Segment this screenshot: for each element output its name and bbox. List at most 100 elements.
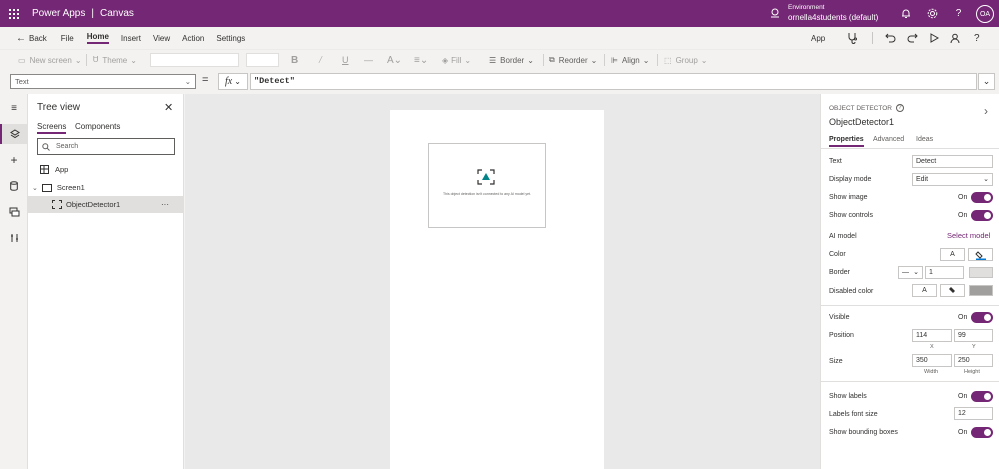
waffle-icon bbox=[9, 8, 19, 19]
font-size-dropdown[interactable] bbox=[246, 53, 279, 67]
preview-play-icon[interactable] bbox=[930, 27, 939, 49]
chevron-down-icon: ⌄ bbox=[983, 176, 989, 183]
advanced-tools-icon[interactable] bbox=[0, 228, 28, 248]
tab-advanced[interactable]: Advanced bbox=[873, 136, 904, 143]
search-input[interactable]: Search bbox=[56, 143, 78, 150]
disabled-text-color-button[interactable]: A bbox=[912, 284, 937, 297]
app-launcher-button[interactable] bbox=[0, 0, 28, 27]
text-property-input[interactable]: Detect bbox=[912, 155, 993, 168]
help-icon[interactable]: ? bbox=[952, 7, 965, 20]
tab-components[interactable]: Components bbox=[75, 122, 120, 131]
border-color-swatch[interactable] bbox=[969, 267, 993, 278]
chevron-right-icon[interactable]: › bbox=[984, 104, 988, 118]
expand-formula-chevron-icon[interactable]: ⌄ bbox=[978, 73, 995, 90]
hamburger-menu-icon[interactable]: ≡ bbox=[0, 98, 28, 118]
visible-toggle[interactable]: On bbox=[958, 312, 994, 323]
tab-ideas[interactable]: Ideas bbox=[916, 136, 933, 143]
fill-color-button[interactable] bbox=[968, 248, 993, 261]
show-bounding-boxes-toggle[interactable]: On bbox=[958, 427, 994, 438]
user-avatar[interactable]: OA bbox=[976, 5, 994, 23]
toggle-state: On bbox=[958, 194, 968, 201]
undo-icon[interactable] bbox=[885, 27, 896, 49]
border-width-input[interactable]: 1 bbox=[925, 266, 964, 279]
bold-button[interactable]: B bbox=[291, 50, 298, 70]
disabled-color-swatch[interactable] bbox=[969, 285, 993, 296]
disabled-fill-button[interactable] bbox=[940, 284, 965, 297]
font-family-dropdown[interactable] bbox=[150, 53, 239, 67]
group-button[interactable]: ⬚ Group ⌄ bbox=[664, 50, 708, 70]
toggle-switch[interactable] bbox=[971, 427, 994, 438]
border-button[interactable]: ☰ Border ⌄ bbox=[489, 50, 534, 70]
property-dropdown[interactable]: Text ⌄ bbox=[10, 74, 196, 89]
show-labels-toggle[interactable]: On bbox=[958, 391, 994, 402]
menu-action[interactable]: Action bbox=[182, 34, 204, 43]
more-options-icon[interactable]: ··· bbox=[161, 200, 169, 209]
tree-item-objectdetector1[interactable]: ObjectDetector1 ··· bbox=[28, 196, 184, 213]
italic-icon[interactable]: / bbox=[319, 50, 322, 70]
tree-item-app[interactable]: App bbox=[28, 161, 184, 178]
insert-plus-icon[interactable]: + bbox=[0, 150, 28, 170]
control-name[interactable]: ObjectDetector1 bbox=[829, 117, 894, 127]
show-controls-toggle[interactable]: On bbox=[958, 210, 994, 221]
toggle-switch[interactable] bbox=[971, 210, 994, 221]
group-icon: ⬚ bbox=[664, 55, 672, 65]
size-height-input[interactable]: 250 bbox=[954, 354, 993, 367]
toggle-state: On bbox=[958, 212, 968, 219]
share-user-icon[interactable] bbox=[950, 27, 961, 49]
fx-icon: fx bbox=[225, 76, 233, 87]
select-model-link[interactable]: Select model bbox=[947, 231, 990, 240]
tree-search-box[interactable]: Search bbox=[37, 138, 175, 155]
underline-icon[interactable]: U bbox=[342, 50, 349, 70]
close-icon[interactable]: ✕ bbox=[164, 101, 173, 114]
back-button[interactable]: ← Back bbox=[16, 33, 47, 44]
menu-settings[interactable]: Settings bbox=[216, 34, 245, 43]
new-screen-button[interactable]: ▭ New screen ⌄ bbox=[18, 50, 82, 70]
theme-button[interactable]: Ꮜ Theme ⌄ bbox=[93, 50, 137, 70]
object-detector-control[interactable]: This object detection isn't connected to… bbox=[428, 143, 546, 228]
show-image-toggle[interactable]: On bbox=[958, 192, 994, 203]
menu-home[interactable]: Home bbox=[86, 32, 109, 44]
formula-input[interactable]: "Detect" bbox=[250, 73, 977, 90]
chevron-down-icon[interactable]: ⌄ bbox=[32, 184, 38, 192]
function-picker-button[interactable]: fx ⌄ bbox=[218, 73, 248, 90]
environment-picker[interactable]: Environment ornella4students (default) bbox=[770, 3, 878, 23]
property-dropdown-value: Text bbox=[15, 77, 29, 86]
toggle-state: On bbox=[958, 429, 968, 436]
settings-gear-icon[interactable] bbox=[926, 7, 939, 20]
strikethrough-icon[interactable]: — bbox=[364, 50, 373, 70]
menu-file[interactable]: File bbox=[61, 34, 74, 43]
border-line-icon: — bbox=[902, 269, 909, 276]
tab-properties[interactable]: Properties bbox=[829, 136, 864, 147]
text-color-button[interactable]: A bbox=[940, 248, 965, 261]
chevron-down-icon: ⌄ bbox=[130, 55, 137, 65]
menu-view[interactable]: View bbox=[153, 34, 170, 43]
stethoscope-icon[interactable] bbox=[847, 27, 858, 49]
app-screen[interactable]: This object detection isn't connected to… bbox=[390, 110, 604, 469]
notifications-icon[interactable] bbox=[899, 7, 912, 20]
font-color-icon[interactable]: A⌄ bbox=[387, 50, 402, 70]
fill-button[interactable]: ◈ Fill ⌄ bbox=[442, 50, 471, 70]
menu-insert[interactable]: Insert bbox=[121, 34, 141, 43]
tree-item-screen1[interactable]: ⌄ Screen1 bbox=[28, 179, 184, 196]
tree-view-layers-icon[interactable] bbox=[0, 124, 28, 144]
labels-font-size-input[interactable]: 12 bbox=[954, 407, 993, 420]
app-help-icon[interactable]: ? bbox=[974, 27, 980, 49]
tab-screens[interactable]: Screens bbox=[37, 122, 67, 134]
border-label: Border bbox=[500, 55, 525, 65]
data-cylinder-icon[interactable] bbox=[0, 176, 28, 196]
text-align-icon[interactable]: ≡⌄ bbox=[414, 50, 428, 70]
display-mode-dropdown[interactable]: Edit ⌄ bbox=[912, 173, 993, 186]
toggle-switch[interactable] bbox=[971, 391, 994, 402]
size-width-input[interactable]: 350 bbox=[912, 354, 952, 367]
align-button[interactable]: ⊫ Align ⌄ bbox=[611, 50, 649, 70]
position-y-input[interactable]: 99 bbox=[954, 329, 993, 342]
app-checker-app-label[interactable]: App bbox=[811, 27, 825, 49]
reorder-button[interactable]: ⧉ Reorder ⌄ bbox=[549, 50, 597, 70]
position-x-input[interactable]: 114 bbox=[912, 329, 952, 342]
toggle-switch[interactable] bbox=[971, 192, 994, 203]
border-style-dropdown[interactable]: — ⌄ bbox=[898, 266, 923, 279]
toggle-switch[interactable] bbox=[971, 312, 994, 323]
media-icon[interactable] bbox=[0, 202, 28, 222]
redo-icon[interactable] bbox=[907, 27, 918, 49]
info-icon[interactable]: ? bbox=[895, 104, 904, 112]
